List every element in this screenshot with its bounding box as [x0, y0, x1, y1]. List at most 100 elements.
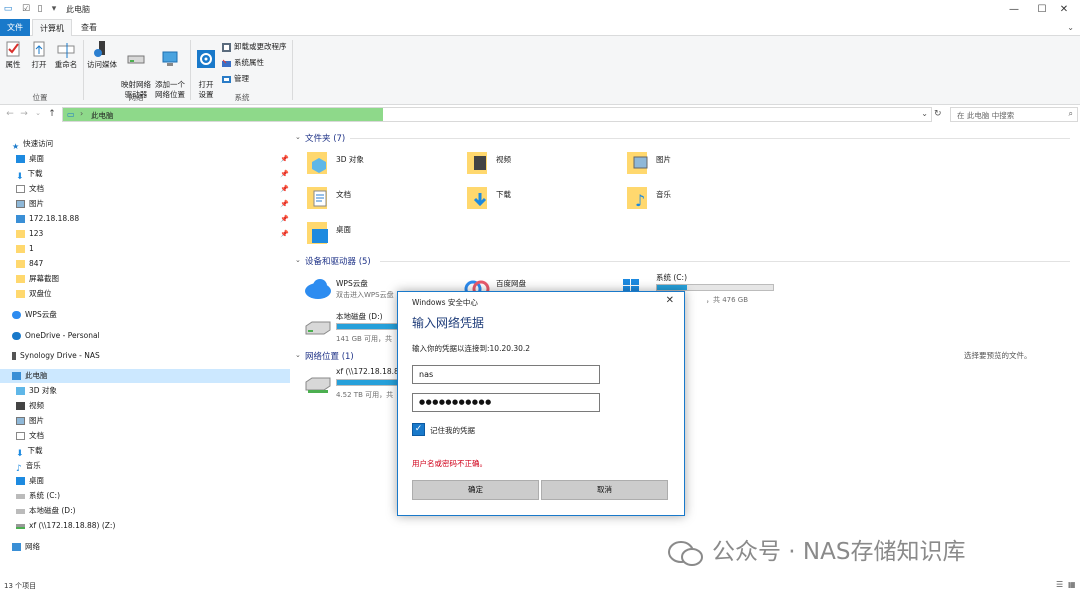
- nav-item-desktop-pc[interactable]: 桌面: [16, 474, 44, 488]
- open-settings-label: 打开 设置: [198, 80, 214, 99]
- address-bar[interactable]: ▭ › 此电脑 ⌄: [62, 107, 932, 122]
- network-location-icon: [162, 51, 178, 66]
- watermark: 公众号 · NAS存储知识库: [666, 532, 965, 567]
- cancel-button[interactable]: 取消: [541, 480, 668, 500]
- folder-tile-documents[interactable]: 文档: [306, 185, 456, 215]
- add-network-location-button[interactable]: 添加一个 网络位置: [154, 40, 186, 100]
- preview-hint: 选择要预览的文件。: [964, 351, 1032, 360]
- synology-icon: [12, 352, 16, 360]
- password-input[interactable]: ●●●●●●●●●●●: [412, 393, 600, 412]
- system-group-label: 系统: [234, 93, 250, 102]
- nav-this-pc[interactable]: 此电脑: [12, 369, 48, 383]
- device-label: WPS云盘: [336, 279, 368, 288]
- nav-item-folder-847[interactable]: 847: [16, 257, 43, 271]
- search-icon: ⌕: [1068, 109, 1073, 118]
- open-settings-button[interactable]: 打开 设置: [194, 40, 218, 100]
- nav-network[interactable]: 网络: [12, 540, 40, 554]
- nav-item-music[interactable]: ♪ 音乐: [16, 459, 41, 474]
- up-arrow-icon[interactable]: ↑: [46, 109, 58, 119]
- manage-button[interactable]: 管理: [222, 73, 249, 84]
- back-arrow-icon[interactable]: ←: [4, 109, 16, 119]
- nav-label: 文档: [29, 184, 44, 193]
- tab-computer[interactable]: 计算机: [32, 19, 72, 37]
- remember-checkbox[interactable]: ✓: [412, 423, 425, 436]
- folder-tile-videos[interactable]: 视频: [466, 150, 616, 180]
- username-input[interactable]: nas: [412, 365, 600, 384]
- nav-item-drive-d[interactable]: 本地磁盘 (D:): [16, 504, 76, 518]
- nav-item-documents-pc[interactable]: 文档: [16, 429, 44, 443]
- nav-item-folder-1[interactable]: 1: [16, 242, 34, 256]
- dialog-close-icon[interactable]: ✕: [666, 295, 674, 306]
- nav-item-pictures[interactable]: 图片: [16, 197, 44, 211]
- document-icon: [16, 185, 25, 193]
- tiles-view-icon[interactable]: ▦: [1068, 580, 1076, 589]
- rename-button[interactable]: 重命名: [52, 40, 80, 70]
- open-icon: [33, 41, 45, 57]
- forward-arrow-icon[interactable]: →: [18, 109, 30, 119]
- tab-file[interactable]: 文件: [0, 19, 30, 36]
- search-input[interactable]: 在 此电脑 中搜索 ⌕: [950, 107, 1078, 122]
- nav-item-dual-bay[interactable]: 双盘位: [16, 287, 52, 301]
- tab-view[interactable]: 查看: [74, 19, 104, 36]
- nav-label: OneDrive - Personal: [25, 331, 100, 340]
- nav-wps-cloud[interactable]: WPS云盘: [12, 308, 57, 322]
- nav-item-videos[interactable]: 视频: [16, 399, 44, 413]
- properties-button[interactable]: 属性: [3, 40, 23, 70]
- folder-tile-3d[interactable]: 3D 对象: [306, 150, 456, 180]
- pin-icon[interactable]: 📌: [280, 215, 289, 223]
- nav-item-screenshots[interactable]: 屏幕截图: [16, 272, 59, 286]
- nav-item-3d-objects[interactable]: 3D 对象: [16, 384, 57, 398]
- address-dropdown-icon[interactable]: ⌄: [921, 109, 928, 118]
- pin-icon[interactable]: 📌: [280, 200, 289, 208]
- nav-synology-drive[interactable]: Synology Drive - NAS: [12, 349, 100, 363]
- device-sub: 双击进入WPS云盘: [336, 291, 394, 299]
- access-media-button[interactable]: 访问媒体: [86, 40, 118, 70]
- nav-label: 系统 (C:): [29, 491, 60, 500]
- pin-icon[interactable]: 📌: [280, 170, 289, 178]
- nav-item-folder-123[interactable]: 123: [16, 227, 43, 241]
- nav-item-desktop[interactable]: 桌面: [16, 152, 44, 166]
- close-button[interactable]: ✕: [1048, 0, 1080, 19]
- nav-item-pictures-pc[interactable]: 图片: [16, 414, 44, 428]
- system-properties-button[interactable]: 系统属性: [222, 57, 264, 68]
- properties-quick-icon[interactable]: ☑: [20, 3, 32, 15]
- ribbon-collapse-icon[interactable]: ⌄: [1067, 23, 1074, 32]
- details-view-icon[interactable]: ☰: [1056, 580, 1063, 589]
- pin-icon[interactable]: 📌: [280, 230, 289, 238]
- folder-icon: [16, 245, 25, 253]
- ok-button[interactable]: 确定: [412, 480, 539, 500]
- new-folder-quick-icon[interactable]: ▯: [34, 3, 46, 15]
- open-button[interactable]: 打开: [28, 40, 50, 70]
- refresh-icon[interactable]: ↻: [934, 109, 942, 119]
- pin-icon[interactable]: 📌: [280, 155, 289, 163]
- map-drive-button[interactable]: 映射网络 驱动器: [120, 40, 152, 100]
- document-icon: [16, 432, 25, 440]
- collapse-chevron-icon[interactable]: ⌄: [295, 256, 301, 264]
- folder-icon: [16, 290, 25, 298]
- onedrive-cloud-icon: [12, 332, 21, 340]
- ribbon-tabs: 文件 计算机 查看 ⌄: [0, 19, 1080, 37]
- folder-tile-desktop[interactable]: 桌面: [306, 220, 456, 250]
- breadcrumb-chevron-icon[interactable]: ›: [80, 109, 83, 118]
- pin-icon[interactable]: 📌: [280, 185, 289, 193]
- nav-item-documents[interactable]: 文档: [16, 182, 44, 196]
- nav-item-drive-c[interactable]: 系统 (C:): [16, 489, 60, 503]
- collapse-chevron-icon[interactable]: ⌄: [295, 351, 301, 359]
- dialog-title: Windows 安全中心: [412, 298, 478, 307]
- folder-tile-downloads[interactable]: 下载: [466, 185, 616, 215]
- nav-onedrive[interactable]: OneDrive - Personal: [12, 329, 100, 343]
- collapse-chevron-icon[interactable]: ⌄: [295, 133, 301, 141]
- nav-label: 172.18.18.88: [29, 214, 80, 223]
- folder-tile-pictures[interactable]: 图片: [626, 150, 776, 180]
- nav-item-network-drive-z[interactable]: xf (\\172.18.18.88) (Z:): [16, 519, 115, 533]
- recent-chevron-icon[interactable]: ⌄: [32, 109, 44, 117]
- uninstall-button[interactable]: 卸载或更改程序: [222, 41, 287, 52]
- nav-item-downloads-pc[interactable]: ⬇ 下载: [16, 444, 43, 459]
- nav-item-downloads[interactable]: ⬇ 下载: [16, 167, 43, 182]
- nav-quick-access[interactable]: ★ 快速访问: [12, 137, 53, 151]
- watermark-text: 公众号 · NAS存储知识库: [712, 539, 966, 565]
- network-drive-icon: [127, 55, 145, 64]
- customize-quick-access-icon[interactable]: ▾: [48, 3, 60, 15]
- folder-tile-music[interactable]: ♪ 音乐: [626, 185, 776, 215]
- nav-item-network-share[interactable]: 172.18.18.88: [16, 212, 79, 226]
